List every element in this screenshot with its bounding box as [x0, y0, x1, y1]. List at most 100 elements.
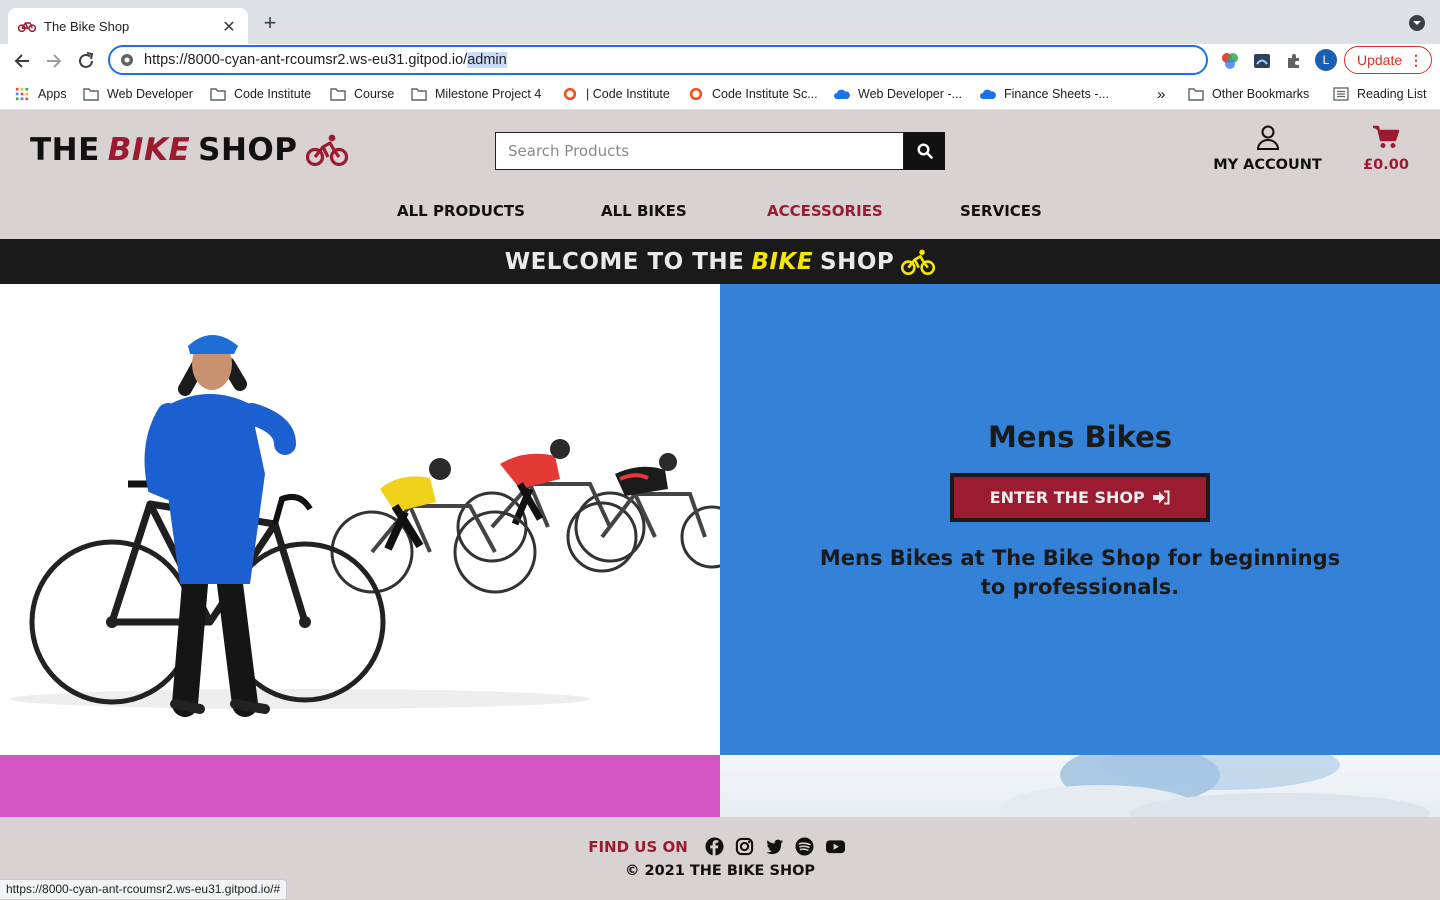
bookmark-folder[interactable]: Web Developer	[83, 85, 193, 103]
main-navigation: ALL PRODUCTS ALL BIKES ACCESSORIES SERVI…	[0, 202, 1440, 222]
site-logo[interactable]: THE BIKE SHOP	[30, 132, 348, 168]
code-institute-icon	[563, 87, 577, 101]
youtube-icon[interactable]	[825, 837, 846, 856]
bookmark-label: Code Institute	[234, 87, 312, 101]
social-links: FIND US ON	[0, 837, 1440, 856]
tab-title: The Bike Shop	[44, 18, 130, 34]
bicycle-logo-icon	[305, 134, 348, 167]
browser-tab[interactable]: The Bike Shop ✕	[8, 8, 248, 44]
address-bar[interactable]: https://8000-cyan-ant-rcoumsr2.ws-eu31.g…	[108, 45, 1208, 75]
user-icon	[1256, 125, 1279, 150]
bookmark-folder[interactable]: Other Bookmarks	[1188, 85, 1309, 103]
screenshot-extension-icon[interactable]	[1253, 52, 1271, 70]
find-us-label: FIND US ON	[588, 837, 688, 856]
folder-icon	[83, 88, 99, 101]
enter-the-shop-button[interactable]: ENTER THE SHOP	[950, 473, 1210, 522]
bookmark-label: Reading List	[1357, 87, 1427, 101]
bookmark-apps[interactable]: Apps	[14, 85, 67, 103]
folder-icon	[210, 88, 226, 101]
sky-promo-image	[720, 755, 1440, 817]
nav-services[interactable]: SERVICES	[960, 202, 1042, 220]
browser-toolbar: https://8000-cyan-ant-rcoumsr2.ws-eu31.g…	[0, 44, 1440, 78]
url-text: https://8000-cyan-ant-rcoumsr2.ws-eu31.g…	[144, 52, 507, 68]
bookmark-label: Course	[354, 87, 395, 101]
shopping-bag-link[interactable]: £0.00	[1360, 124, 1412, 173]
bookmark-label: Apps	[38, 87, 67, 101]
banner-welcome-text: WELCOME TO THE	[504, 248, 745, 275]
url-selected-text: admin	[467, 52, 507, 68]
banner-bike-text: BIKE	[751, 248, 814, 275]
hero-title: Mens Bikes	[987, 420, 1172, 454]
tab-close-icon[interactable]: ✕	[220, 17, 238, 36]
sign-in-icon	[1153, 490, 1170, 505]
bookmark-folder[interactable]: Code Institute	[210, 85, 311, 103]
logo-the: THE	[30, 132, 100, 168]
my-account-label: MY ACCOUNT	[1213, 157, 1322, 173]
bookmark-folder[interactable]: Course	[330, 85, 394, 103]
cyclists-illustration	[10, 335, 720, 717]
bookmark-label: Milestone Project 4	[435, 87, 542, 101]
site-info-icon[interactable]	[120, 53, 134, 67]
bookmark-label: Code Institute Sc...	[712, 87, 818, 101]
update-label: Update	[1357, 52, 1403, 68]
search-button[interactable]	[904, 132, 945, 170]
reading-list-button[interactable]: Reading List	[1333, 85, 1427, 103]
apps-grid-icon	[15, 87, 29, 101]
copyright-text: © 2021 THE BIKE SHOP	[624, 863, 816, 879]
search-icon	[916, 143, 933, 159]
bookmark-link[interactable]: Code Institute Sc...	[688, 85, 818, 103]
pink-promo-panel	[0, 755, 720, 817]
bicycle-banner-icon	[901, 249, 936, 275]
bookmark-label: Web Developer -...	[858, 87, 962, 101]
banner-shop-text: SHOP	[820, 248, 895, 275]
folder-icon	[330, 88, 346, 101]
bookmark-label: Web Developer	[107, 87, 193, 101]
nav-all-bikes[interactable]: ALL BIKES	[601, 202, 687, 220]
url-prefix: https://8000-cyan-ant-rcoumsr2.ws-eu31.g…	[144, 52, 468, 68]
color-picker-extension-icon[interactable]	[1221, 52, 1239, 70]
reading-list-icon	[1333, 87, 1349, 101]
bicycle-favicon-icon	[18, 22, 36, 33]
update-button[interactable]: Update ⋮	[1344, 46, 1432, 74]
bookmarks-bar: Apps Web Developer Code Institute Course…	[0, 78, 1440, 110]
kebab-menu-icon: ⋮	[1409, 52, 1423, 68]
code-institute-icon	[689, 87, 703, 101]
back-arrow-icon[interactable]	[11, 50, 33, 72]
product-search	[495, 132, 945, 170]
my-account-link[interactable]: MY ACCOUNT	[1210, 124, 1325, 173]
clouds-illustration	[1000, 755, 1430, 817]
twitter-icon[interactable]	[765, 837, 784, 856]
facebook-icon[interactable]	[705, 837, 724, 856]
instagram-icon[interactable]	[735, 837, 754, 856]
new-tab-button[interactable]: +	[258, 12, 282, 36]
spotify-icon[interactable]	[795, 837, 814, 856]
search-input[interactable]	[495, 132, 904, 170]
enter-shop-label: ENTER THE SHOP	[989, 488, 1145, 507]
reload-icon[interactable]	[75, 50, 97, 72]
site-header: THE BIKE SHOP MY ACCOUNT	[0, 110, 1440, 239]
hero-description: Mens Bikes at The Bike Shop for beginnin…	[819, 546, 1341, 599]
folder-icon	[1188, 88, 1204, 101]
forward-arrow-icon[interactable]	[43, 50, 65, 72]
bookmark-link[interactable]: Finance Sheets -...	[980, 85, 1109, 103]
bookmarks-overflow-button[interactable]: »	[1157, 85, 1165, 103]
welcome-banner: WELCOME TO THE BIKE SHOP	[0, 239, 1440, 284]
tab-search-icon[interactable]	[1408, 14, 1426, 32]
bookmark-label: | Code Institute	[586, 87, 670, 101]
bookmark-folder[interactable]: Milestone Project 4	[411, 85, 541, 103]
bookmark-link[interactable]: Web Developer -...	[834, 85, 962, 103]
bookmark-label: Finance Sheets -...	[1004, 87, 1109, 101]
logo-bike: BIKE	[107, 132, 191, 168]
onedrive-icon	[834, 89, 850, 99]
rider-red-shirt	[456, 439, 646, 563]
folder-icon	[411, 88, 427, 101]
bookmark-link[interactable]: | Code Institute	[562, 85, 670, 103]
nav-accessories[interactable]: ACCESSORIES	[767, 202, 883, 220]
profile-avatar[interactable]: L	[1315, 49, 1337, 71]
extensions-puzzle-icon[interactable]	[1285, 52, 1303, 70]
mens-bikes-panel: Mens Bikes ENTER THE SHOP Mens Bikes at …	[720, 284, 1440, 755]
onedrive-icon	[980, 89, 996, 99]
shopping-cart-icon	[1373, 125, 1400, 148]
mens-bikes-hero-image	[0, 284, 720, 755]
nav-all-products[interactable]: ALL PRODUCTS	[397, 202, 525, 220]
